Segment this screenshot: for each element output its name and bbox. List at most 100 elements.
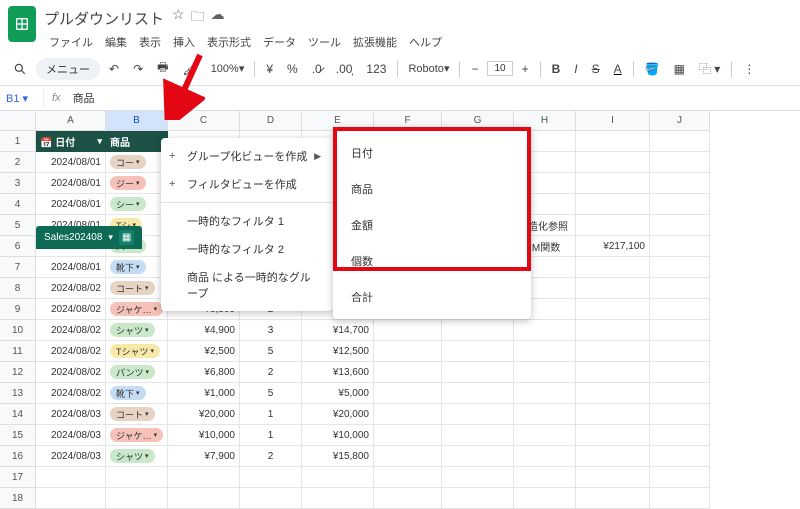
dropdown-chip[interactable]: パンツ▾ [110,365,155,379]
font-size-decrease[interactable]: − [466,59,483,79]
dropdown-chip[interactable]: シャツ▾ [110,323,155,337]
cell[interactable]: 2024/08/03 [36,446,106,467]
col-header[interactable]: A [36,111,106,131]
decrease-decimal-button[interactable]: .0̷ [307,59,327,79]
submenu-item[interactable]: 金額 [333,207,531,243]
row-header[interactable]: 12 [0,362,36,383]
cell[interactable]: ジャケ…▾ [106,425,168,446]
row-header[interactable]: 2 [0,152,36,173]
cell[interactable]: 3 [240,320,302,341]
font-size-input[interactable]: 10 [487,61,512,76]
dropdown-chip[interactable]: コー▾ [110,155,146,169]
formula-bar[interactable]: 商品 [69,86,99,110]
row-header[interactable]: 8 [0,278,36,299]
cell[interactable]: 2024/08/01 [36,194,106,215]
move-icon[interactable]: 🗀 [191,6,205,30]
cell[interactable]: 2024/08/01 [36,257,106,278]
cell[interactable]: コート▾ [106,404,168,425]
cell[interactable]: 2024/08/03 [36,425,106,446]
row-header[interactable]: 9 [0,299,36,320]
submenu-item[interactable]: 合計 [333,279,531,315]
menu-button[interactable]: メニュー [36,58,100,80]
cell[interactable]: ¥14,700 [302,320,374,341]
cell[interactable]: 1 [240,425,302,446]
menu-create-group-view[interactable]: +グループ化ビューを作成▶ [161,142,333,170]
cell[interactable]: 1 [240,404,302,425]
row-header[interactable]: 10 [0,320,36,341]
dropdown-chip[interactable]: 靴下▾ [110,386,146,400]
cell[interactable]: シー▾ [106,194,168,215]
increase-decimal-button[interactable]: .00̩ [331,59,358,79]
cell[interactable]: 2 [240,446,302,467]
font-size-increase[interactable]: + [517,59,534,79]
currency-button[interactable]: ¥ [261,59,278,79]
cell[interactable]: コート▾ [106,278,168,299]
paint-format-icon[interactable]: 🖌 [177,59,202,79]
submenu-item[interactable]: 日付 [333,135,531,171]
cell[interactable]: ジー▾ [106,173,168,194]
row-header[interactable]: 18 [0,488,36,509]
cell[interactable]: ¥20,000 [168,404,240,425]
col-header[interactable]: C [168,111,240,131]
dropdown-chip[interactable]: コート▾ [110,281,155,295]
percent-button[interactable]: % [282,59,303,79]
cell[interactable]: 2024/08/02 [36,278,106,299]
col-header[interactable]: B [106,111,168,131]
format-number-button[interactable]: 123 [361,59,391,79]
menu-ファイル[interactable]: ファイル [44,32,98,52]
bold-button[interactable]: B [547,59,566,79]
cell[interactable]: ¥10,000 [168,425,240,446]
zoom-select[interactable]: 100% ▾ [207,60,249,77]
cell[interactable]: ジャケ…▾ [106,299,168,320]
redo-icon[interactable]: ↷ [128,59,148,79]
menu-temp-filter-2[interactable]: 一時的なフィルタ 2 [161,235,333,263]
cell[interactable]: ¥20,000 [302,404,374,425]
text-color-button[interactable]: A [609,59,627,79]
cell[interactable]: ¥15,800 [302,446,374,467]
cell[interactable]: ¥5,000 [302,383,374,404]
menu-編集[interactable]: 編集 [100,32,132,52]
menu-挿入[interactable]: 挿入 [168,32,200,52]
cell[interactable]: 5 [240,383,302,404]
table-options-icon[interactable]: ▦ [119,230,134,245]
menu-拡張機能[interactable]: 拡張機能 [348,32,402,52]
cell[interactable]: ¥13,600 [302,362,374,383]
cell[interactable]: コー▾ [106,152,168,173]
table-tab[interactable]: Sales202408▾ ▦ [36,226,142,249]
menu-表示形式[interactable]: 表示形式 [202,32,256,52]
select-all-corner[interactable] [0,111,36,131]
cell[interactable]: ¥6,800 [168,362,240,383]
cell[interactable]: 5 [240,341,302,362]
row-header[interactable]: 3 [0,173,36,194]
row-header[interactable]: 15 [0,425,36,446]
table-header-cell[interactable]: 商品 [106,131,168,152]
print-icon[interactable]: 🖶 [152,55,173,82]
menu-temp-filter-1[interactable]: 一時的なフィルタ 1 [161,207,333,235]
name-box[interactable]: B1 ▾ [0,88,44,109]
cell[interactable]: ¥2,500 [168,341,240,362]
cloud-icon[interactable]: ☁ [211,6,225,30]
cell[interactable]: ¥4,900 [168,320,240,341]
menu-create-filter-view[interactable]: +フィルタビューを作成 [161,170,333,198]
table-header-cell[interactable]: 📅 日付▾ [36,131,106,152]
cell[interactable]: シャツ▾ [106,320,168,341]
cell[interactable]: 2024/08/01 [36,173,106,194]
submenu-item[interactable]: 個数 [333,243,531,279]
cell[interactable]: 2024/08/02 [36,341,106,362]
doc-title[interactable]: プルダウンリスト [44,8,164,29]
dropdown-chip[interactable]: シー▾ [110,197,146,211]
italic-button[interactable]: I [569,59,582,79]
row-header[interactable]: 13 [0,383,36,404]
cell[interactable]: シャツ▾ [106,446,168,467]
cell[interactable]: ¥217,100 [576,236,650,257]
row-header[interactable]: 16 [0,446,36,467]
col-header[interactable]: D [240,111,302,131]
dropdown-chip[interactable]: 靴下▾ [110,260,146,274]
cell[interactable]: 2024/08/02 [36,320,106,341]
cell[interactable]: 2024/08/01 [36,152,106,173]
menu-temp-group-by[interactable]: 商品 による一時的なグループ [161,263,333,307]
dropdown-chip[interactable]: シャツ▾ [110,449,155,463]
cell[interactable]: ¥10,000 [302,425,374,446]
menu-ツール[interactable]: ツール [303,32,346,52]
cell[interactable]: ¥7,900 [168,446,240,467]
